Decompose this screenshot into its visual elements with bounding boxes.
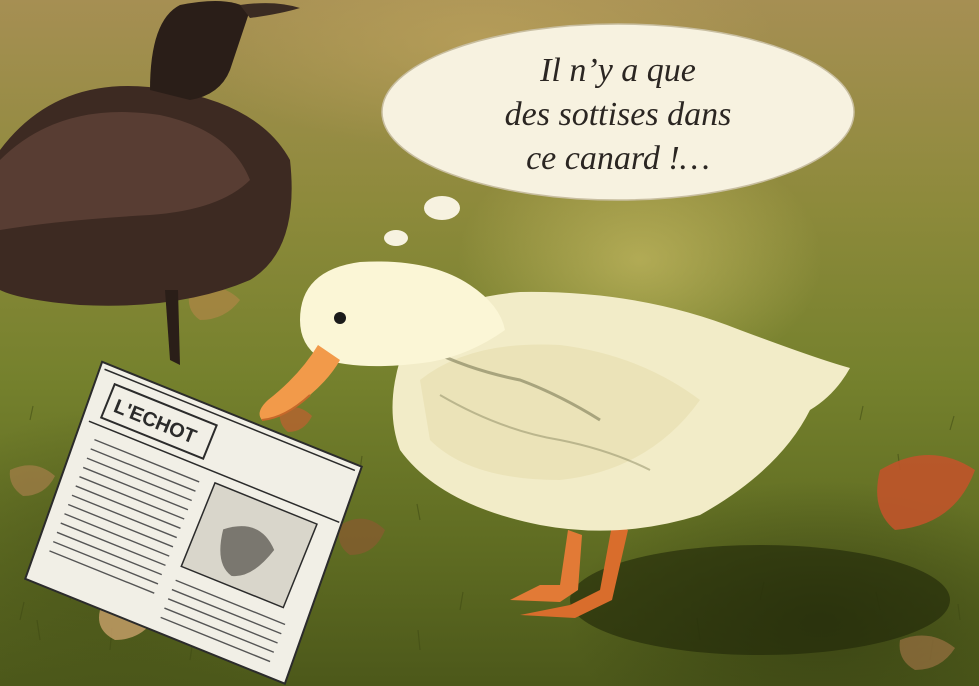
- bubble-text: Il n’y a que des sottises dans ce canard…: [384, 30, 852, 200]
- newspaper: L'ECHOT: [23, 360, 364, 686]
- bubble-line-2: des sottises dans: [504, 96, 732, 133]
- mallard-duck: [0, 1, 300, 365]
- bubble-line-1: Il n’y a que: [540, 52, 696, 89]
- duck-eye: [334, 312, 346, 324]
- duck-shadow: [570, 545, 950, 655]
- postcard: L'ECHOT Il n’y a que des sottises dans c…: [0, 0, 979, 686]
- bubble-line-3: ce canard !…: [526, 140, 710, 177]
